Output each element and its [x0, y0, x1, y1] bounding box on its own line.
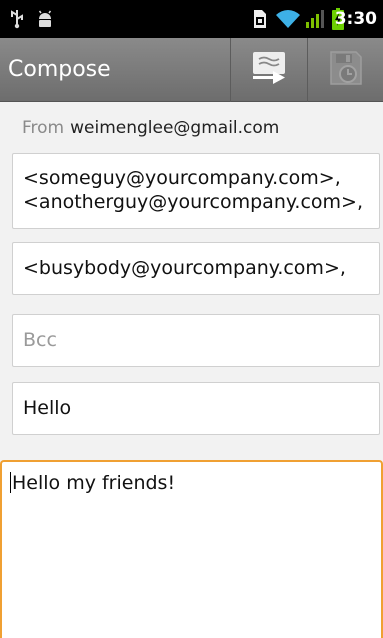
- send-icon: [249, 49, 289, 91]
- recipient-chip: <someguy@yourcompany.com>,: [23, 167, 341, 189]
- send-button[interactable]: [231, 38, 307, 102]
- bcc-field[interactable]: Bcc: [12, 314, 380, 367]
- cc-recipient: <busybody@yourcompany.com>,: [23, 257, 346, 279]
- save-draft-button[interactable]: [308, 38, 383, 102]
- message-body-text: Hello my friends!: [12, 472, 176, 494]
- save-draft-icon: [326, 49, 366, 91]
- status-bar: 3:30: [0, 0, 383, 38]
- usb-icon: [6, 0, 28, 38]
- recipient-chip: <anotherguy@yourcompany.com>,: [23, 191, 363, 213]
- bcc-placeholder: Bcc: [23, 329, 57, 351]
- subject-field[interactable]: Hello: [12, 382, 380, 435]
- sim-icon: [250, 0, 270, 38]
- signal-icon: [304, 0, 326, 38]
- wifi-icon: [274, 0, 302, 38]
- from-address: weimenglee@gmail.com: [70, 118, 280, 138]
- screen-title: Compose: [8, 57, 111, 82]
- from-label: From: [22, 118, 65, 138]
- subject-text: Hello: [23, 397, 72, 419]
- android-debug-icon: [34, 0, 56, 38]
- to-field[interactable]: <someguy@yourcompany.com>, <anotherguy@y…: [12, 153, 380, 229]
- text-cursor: [10, 472, 11, 493]
- clock: 3:30: [334, 9, 377, 29]
- cc-field[interactable]: <busybody@yourcompany.com>,: [12, 242, 380, 295]
- message-body-field[interactable]: Hello my friends!: [0, 460, 383, 638]
- action-bar: Compose: [0, 38, 383, 102]
- from-row: From weimenglee@gmail.com: [22, 118, 279, 138]
